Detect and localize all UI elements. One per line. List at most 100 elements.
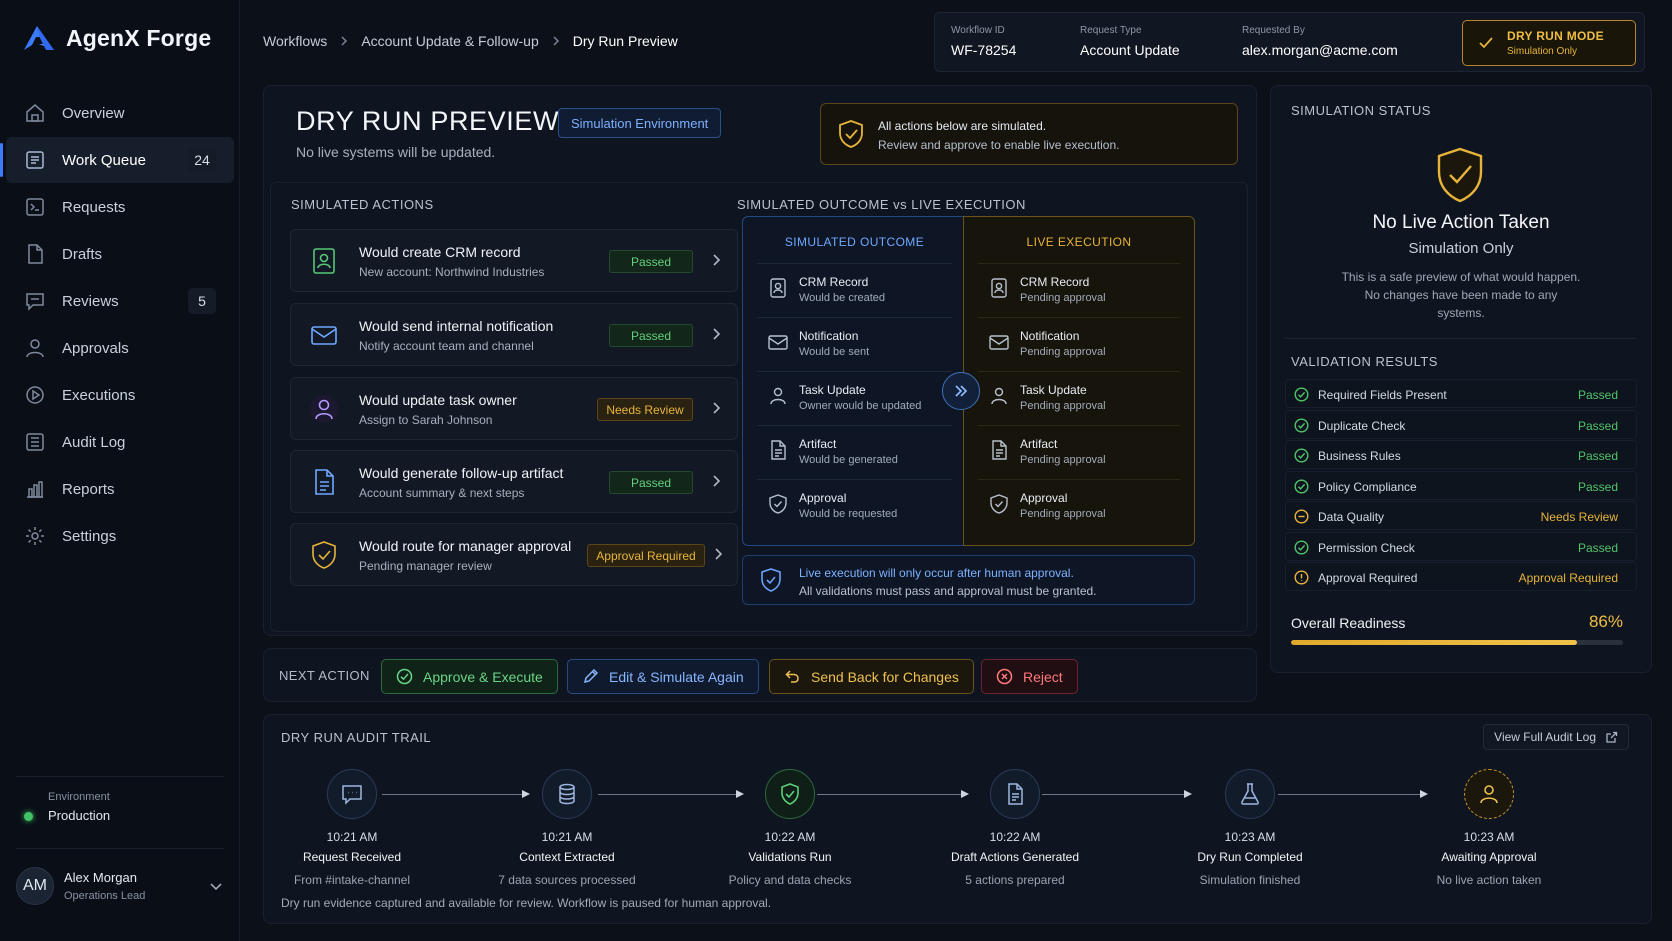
- edit-simulate-button[interactable]: Edit & Simulate Again: [567, 659, 759, 694]
- app-name: AgenX Forge: [66, 24, 212, 51]
- chevron-right-icon: [709, 253, 723, 267]
- button-label: Edit & Simulate Again: [609, 668, 744, 685]
- validation-row: Policy Compliance Passed: [1285, 470, 1637, 500]
- action-card-artifact[interactable]: Would generate follow-up artifact Accoun…: [290, 450, 738, 513]
- simulated-row: Notification Would be sent: [757, 317, 952, 371]
- sidebar-item-executions[interactable]: Executions: [6, 372, 234, 418]
- action-title: Would update task owner: [359, 392, 517, 408]
- breadcrumb-current: Dry Run Preview: [572, 33, 678, 49]
- timeline-step[interactable]: 10:23 AM Awaiting Approval No live actio…: [1389, 769, 1589, 887]
- validation-status: Passed: [1577, 540, 1618, 555]
- send-back-button[interactable]: Send Back for Changes: [769, 659, 974, 694]
- chevron-down-icon[interactable]: [208, 878, 224, 894]
- validation-row: Permission Check Passed: [1285, 531, 1637, 561]
- outcome-comparison: SIMULATED OUTCOME CRM Record Would be cr…: [742, 216, 1195, 546]
- dry-run-mode-sub: Simulation Only: [1507, 46, 1578, 57]
- step-title: Request Received: [302, 850, 402, 864]
- undo-icon: [784, 668, 801, 685]
- simulated-outcome-column: SIMULATED OUTCOME CRM Record Would be cr…: [742, 216, 967, 546]
- sidebar-item-reviews[interactable]: Reviews 5: [6, 278, 234, 324]
- row-live-state: Pending approval: [1020, 292, 1106, 304]
- timeline-step[interactable]: 10:21 AM Context Extracted 7 data source…: [467, 769, 667, 887]
- sidebar-item-settings[interactable]: Settings: [6, 513, 234, 559]
- sidebar-item-label: Audit Log: [62, 433, 126, 451]
- sidebar-item-overview[interactable]: Overview: [6, 90, 234, 136]
- document-icon: [24, 243, 46, 265]
- play-circle-icon: [24, 384, 46, 406]
- chevron-right-icon: [549, 34, 563, 48]
- reject-button[interactable]: Reject: [981, 659, 1078, 694]
- validation-status: Passed: [1577, 449, 1618, 463]
- row-title: Notification: [1020, 329, 1080, 343]
- readiness-progress-fill: [1291, 640, 1577, 645]
- row-title: Task Update: [1020, 383, 1087, 397]
- requested-by-label: Requested By: [1242, 25, 1305, 36]
- validation-row: Approval Required Approval Required: [1285, 562, 1637, 591]
- minus-circle-icon: [1294, 509, 1309, 524]
- row-title: Notification: [799, 329, 859, 343]
- breadcrumb-workflows[interactable]: Workflows: [263, 33, 327, 49]
- chat-icon: [24, 290, 46, 312]
- validation-results-title: VALIDATION RESULTS: [1291, 354, 1438, 369]
- row-simulated-state: Would be requested: [799, 508, 898, 520]
- validation-row: Duplicate Check Passed: [1285, 409, 1637, 439]
- chevron-right-icon: [709, 327, 723, 341]
- user-menu[interactable]: AM Alex Morgan Operations Lead: [16, 848, 224, 922]
- shield-check-icon: [309, 540, 339, 570]
- action-card-notification[interactable]: Would send internal notification Notify …: [290, 303, 738, 366]
- validation-label: Approval Required: [1318, 571, 1418, 585]
- action-title: Would generate follow-up artifact: [359, 465, 564, 481]
- divider: [1285, 338, 1637, 339]
- simulated-outcome-header: SIMULATED OUTCOME: [784, 235, 925, 249]
- flask-icon: [1225, 769, 1275, 819]
- step-title: Draft Actions Generated: [950, 850, 1080, 864]
- sidebar-item-approvals[interactable]: Approvals: [6, 325, 234, 371]
- row-title: CRM Record: [799, 275, 869, 289]
- action-card-crm[interactable]: Would create CRM record New account: Nor…: [290, 229, 738, 292]
- step-subtitle: Policy and data checks: [728, 873, 852, 887]
- step-subtitle: From #intake-channel: [293, 873, 411, 887]
- sidebar-item-requests[interactable]: Requests: [6, 184, 234, 230]
- bar-chart-icon: [24, 478, 46, 500]
- sidebar-item-label: Overview: [62, 104, 125, 122]
- status-badge: Approval Required: [587, 544, 705, 567]
- pencil-icon: [582, 668, 599, 685]
- validation-status: Passed: [1577, 418, 1618, 433]
- live-execution-note: Live execution will only occur after hum…: [742, 555, 1195, 605]
- step-title: Awaiting Approval: [1441, 850, 1537, 864]
- user-icon: [988, 385, 1010, 407]
- check-circle-icon: [1294, 448, 1309, 463]
- row-live-state: Pending approval: [1020, 346, 1106, 358]
- shield-check-icon: [988, 493, 1010, 515]
- row-simulated-state: Would be sent: [799, 346, 870, 358]
- timeline-step[interactable]: 10:21 AM Request Received From #intake-c…: [252, 769, 452, 887]
- page-subtitle: No live systems will be updated.: [296, 144, 496, 160]
- sidebar-item-reports[interactable]: Reports: [6, 466, 234, 512]
- step-title: Context Extracted: [519, 850, 615, 864]
- comparison-title: SIMULATED OUTCOME vs LIVE EXECUTION: [737, 197, 1026, 212]
- compare-toggle-button[interactable]: [942, 372, 980, 410]
- timeline-step[interactable]: 10:22 AM Validations Run Policy and data…: [690, 769, 890, 887]
- action-title: Would route for manager approval: [359, 538, 572, 554]
- view-full-audit-log-link[interactable]: View Full Audit Log: [1483, 724, 1629, 750]
- approve-execute-button[interactable]: Approve & Execute: [381, 659, 558, 694]
- requested-by-value: alex.morgan@acme.com: [1242, 42, 1398, 58]
- sidebar-item-audit-log[interactable]: Audit Log: [6, 419, 234, 465]
- simulated-row: Approval Would be requested: [757, 479, 952, 533]
- timeline-step[interactable]: 10:23 AM Dry Run Completed Simulation fi…: [1150, 769, 1350, 887]
- app-logo[interactable]: AgenX Forge: [22, 24, 211, 52]
- action-card-manager-approval[interactable]: Would route for manager approval Pending…: [290, 523, 738, 586]
- validation-label: Data Quality: [1318, 510, 1385, 524]
- timeline-step[interactable]: 10:22 AM Draft Actions Generated 5 actio…: [915, 769, 1115, 887]
- status-badge: Passed: [609, 471, 693, 494]
- inbox-icon: [24, 196, 46, 218]
- dry-run-mode-badge[interactable]: DRY RUN MODE Simulation Only: [1462, 20, 1636, 66]
- chevron-right-icon: [711, 547, 725, 561]
- breadcrumb-workflow[interactable]: Account Update & Follow-up: [361, 33, 538, 49]
- document-icon: [988, 439, 1010, 461]
- page-title: DRY RUN PREVIEW: [296, 106, 560, 136]
- sidebar-item-drafts[interactable]: Drafts: [6, 231, 234, 277]
- sidebar-item-work-queue[interactable]: Work Queue 24: [0, 137, 234, 183]
- action-card-task-owner[interactable]: Would update task owner Assign to Sarah …: [290, 377, 738, 440]
- shield-check-icon: [759, 567, 783, 593]
